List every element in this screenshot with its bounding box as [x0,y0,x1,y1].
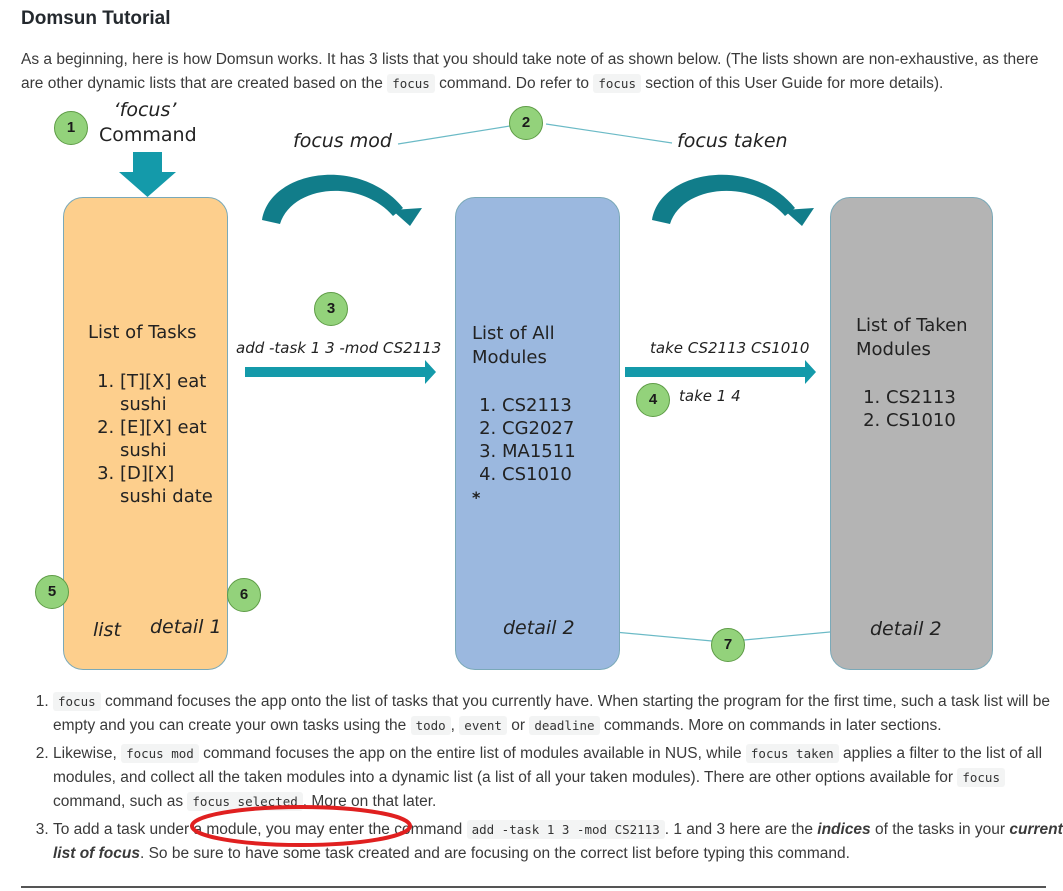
bottom-divider [21,886,1046,888]
detail2-label: detail 2 [503,617,575,639]
take-command-label: take CS2113 CS1010 [650,339,810,357]
modules-list: CS2113 CG2027 MA1511 CS1010 [472,394,576,486]
emphasis: indices [817,821,871,838]
list-item: Likewise, focus mod command focuses the … [53,742,1063,814]
intro-paragraph: As a beginning, here is how Domsun works… [21,48,1046,96]
tasks-list: [T][X] eat sushi [E][X] eat sushi [D][X]… [90,370,220,508]
panel-title: List of Tasks [88,322,197,343]
detail1-label: detail 1 [150,616,222,638]
right-arrow-icon [245,360,436,384]
list-item: [E][X] eat sushi [120,416,220,462]
focus-command-line1: ‘focus’ [113,99,177,121]
page-title: Domsun Tutorial [21,8,171,29]
list-item: CS1010 [502,463,576,486]
list-item: To add a task under a module, you may en… [53,818,1063,866]
curved-arrow-head-icon [392,208,422,226]
list-label: list [93,619,121,641]
focus-command-line2: Command [99,124,197,146]
step-badge: 7 [711,628,745,662]
curved-arrow-icon [262,174,403,224]
explanation-list: focus command focuses the app onto the l… [21,690,1063,870]
intro-text: section of this User Guide for more deta… [640,75,944,92]
focus-command-label: ‘focus’ Command [99,98,197,148]
add-task-label: add -task 1 3 -mod CS2113 [236,339,442,357]
list-item: CS2113 [502,394,576,417]
connector-line [397,125,511,145]
focus-mod-label: focus mod [293,130,392,152]
inline-code: focus mod [121,744,199,763]
more-marker: * [472,488,481,507]
connector-line [545,123,673,144]
step-badge: 5 [35,575,69,609]
inline-code: add -task 1 3 -mod CS2113 [466,820,665,839]
curved-arrow-head-icon [784,208,814,226]
down-arrow-icon [119,152,176,197]
focus-taken-label: focus taken [677,130,788,152]
inline-code: event [459,716,507,735]
inline-code: focus [387,74,435,93]
list-item: focus command focuses the app onto the l… [53,690,1063,738]
taken-modules-list: CS2113 CS1010 [856,386,956,432]
panel-title: List of Taken Modules [856,315,968,360]
curved-arrow-icon [652,174,795,224]
list-item: [T][X] eat sushi [120,370,220,416]
panel-title: List of All Modules [472,323,555,368]
step-badge: 3 [314,292,348,326]
list-item: CG2027 [502,417,576,440]
list-of-taken-modules-panel: List of Taken Modules CS2113 CS1010 [830,197,993,670]
take-index-label: take 1 4 [679,387,741,405]
list-of-tasks-panel: List of Tasks [T][X] eat sushi [E][X] ea… [63,197,228,670]
right-arrow-icon [625,360,816,384]
domsun-diagram: ‘focus’ Command List of Tasks [T][X] eat… [0,98,1063,670]
list-item: CS2113 [886,386,956,409]
list-of-modules-panel: List of All Modules CS2113 CG2027 MA1511… [455,197,620,670]
inline-code: deadline [529,716,600,735]
step-badge: 2 [509,106,543,140]
inline-code: focus [53,692,101,711]
inline-code: focus selected [187,792,303,811]
list-item: [D][X] sushi date [120,462,220,508]
inline-code: focus taken [745,744,839,763]
step-badge: 6 [227,578,261,612]
list-item: CS1010 [886,409,956,432]
step-badge: 1 [54,111,88,145]
inline-code: todo [410,716,451,735]
list-item: MA1511 [502,440,576,463]
intro-text: command. Do refer to [434,75,594,92]
inline-code: focus [957,768,1005,787]
inline-code: focus [593,74,641,93]
detail2-label: detail 2 [870,618,942,640]
step-badge: 4 [636,383,670,417]
